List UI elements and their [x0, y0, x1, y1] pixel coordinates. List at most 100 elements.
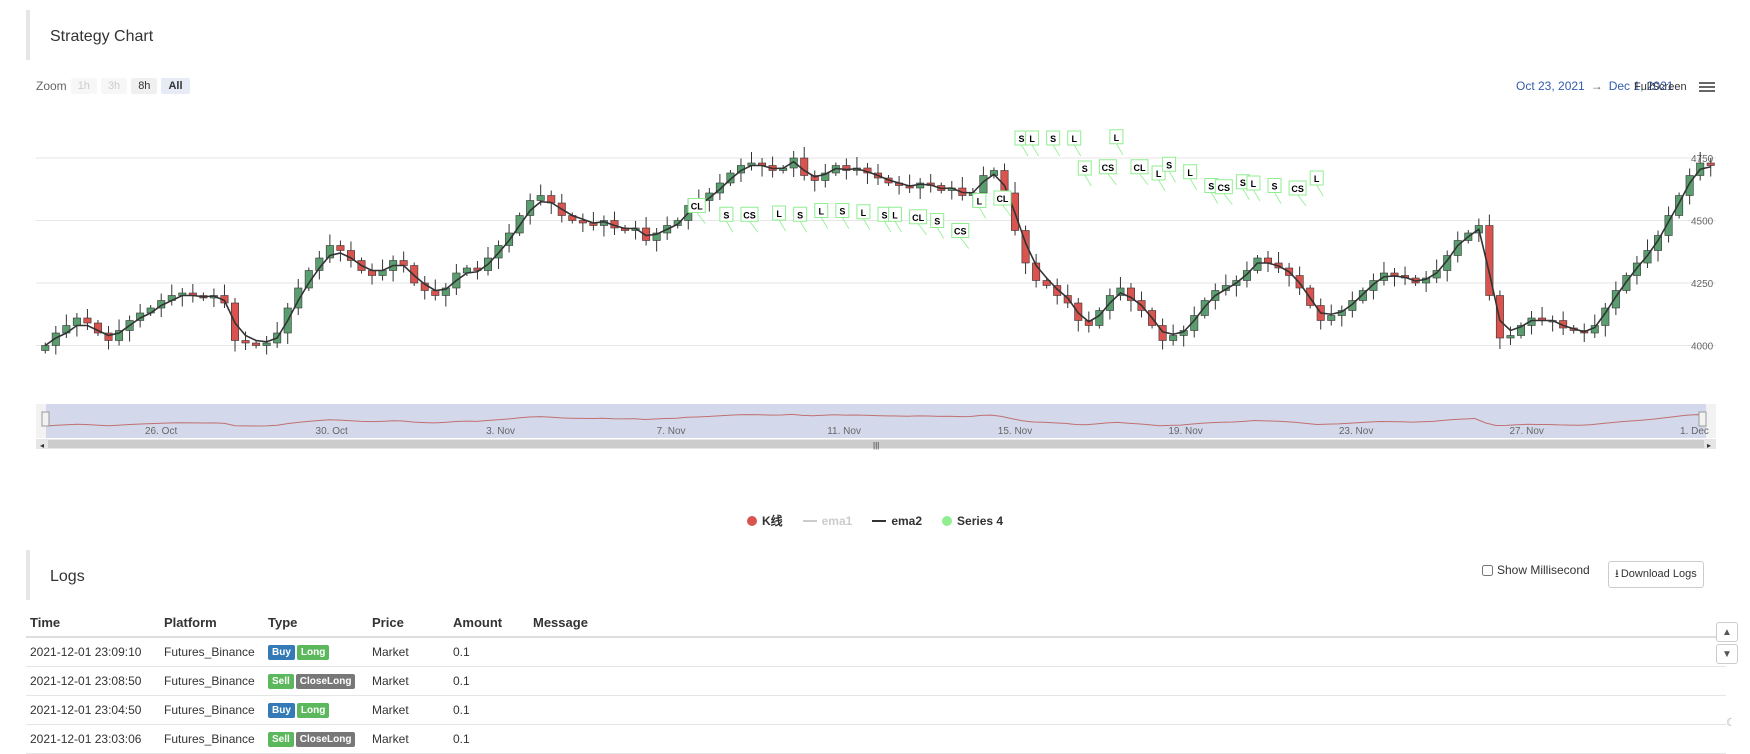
log-type: Buy Long	[264, 695, 368, 725]
legend-line-icon	[802, 519, 817, 522]
log-price: Market	[368, 695, 449, 725]
navigator-tick-label: 7. Nov	[657, 426, 686, 437]
marker-connector	[1107, 173, 1117, 185]
candle-body	[1506, 335, 1515, 339]
trade-marker-label: L	[1156, 169, 1162, 179]
trade-marker-label: L	[977, 197, 983, 207]
legend-dot-icon	[746, 515, 757, 526]
chart-legend: K线 ema1 ema2 Series 4	[0, 512, 1750, 529]
trade-marker-label: L	[1314, 174, 1320, 184]
zoom-3h-button[interactable]: 3h	[100, 78, 128, 94]
log-time: 2021-12-01 23:03:06	[26, 724, 160, 754]
show-millisecond-checkbox[interactable]	[1482, 564, 1493, 576]
marker-connector	[1139, 173, 1149, 185]
trade-marker-label: L	[1251, 179, 1257, 189]
strategy-chart-header: Strategy Chart	[26, 10, 1730, 60]
candle-body	[336, 245, 345, 251]
candle-body	[1327, 315, 1336, 321]
marker-connector	[696, 212, 706, 224]
log-platform: Futures_Binance	[160, 724, 264, 754]
scroll-up-icon[interactable]: ▲	[1716, 622, 1738, 642]
navigator-tick-label: 1. Dec	[1680, 426, 1709, 437]
direction-badge: Long	[296, 645, 330, 660]
range-from[interactable]: Oct 23, 2021	[1516, 79, 1585, 93]
type-badge: Buy	[268, 645, 295, 660]
candle-body	[1706, 162, 1715, 166]
log-message	[529, 724, 1726, 754]
log-amount: 0.1	[449, 724, 529, 754]
marker-connector	[884, 221, 892, 233]
trade-marker-label: S	[1166, 160, 1172, 170]
candle-body	[83, 317, 92, 324]
trade-marker-label: L	[1029, 134, 1035, 144]
log-price: Market	[368, 637, 449, 667]
marker-connector	[959, 237, 970, 249]
zoom-1h-button[interactable]: 1h	[70, 78, 97, 94]
log-platform: Futures_Binance	[160, 695, 264, 725]
log-amount: 0.1	[449, 637, 529, 667]
legend-item-ema1[interactable]: ema1	[802, 512, 852, 529]
scroll-right-icon: ▸	[1707, 441, 1711, 450]
legend-dot-icon	[942, 515, 953, 526]
log-amount: 0.1	[449, 666, 529, 696]
marker-connector	[1002, 204, 1012, 217]
trade-marker-label: L	[1071, 134, 1077, 144]
trade-marker-label: S	[881, 210, 887, 220]
marker-connector	[979, 207, 987, 219]
trade-marker-label: S	[1019, 134, 1025, 144]
table-row: 2021-12-01 23:09:10 Futures_Binance Buy Lon…	[26, 637, 1726, 667]
y-tick-label: 4250	[1691, 279, 1714, 290]
log-price: Market	[368, 666, 449, 696]
trade-marker-label: S	[1272, 182, 1278, 192]
trade-marker-label: S	[1082, 164, 1088, 174]
navigator-tick-label: 3. Nov	[486, 426, 515, 437]
marker-connector	[1021, 144, 1029, 157]
trade-marker-label: CL	[1133, 163, 1145, 173]
trade-marker-label: S	[723, 210, 729, 220]
legend-item-ema2[interactable]: ema2	[872, 512, 922, 529]
legend-item-series4[interactable]: Series 4	[942, 512, 1003, 529]
fullscreen-button[interactable]: FullScreen	[1634, 81, 1687, 93]
marker-connector	[1084, 174, 1092, 187]
zoom-all-button[interactable]: All	[161, 78, 190, 94]
marker-connector	[778, 219, 786, 232]
trade-marker-label: S	[1208, 182, 1214, 192]
log-platform: Futures_Binance	[160, 666, 264, 696]
navigator-mask	[46, 404, 1706, 438]
range-arrow: →	[1590, 79, 1603, 93]
log-time: 2021-12-01 23:09:10	[26, 637, 160, 667]
marker-connector	[1031, 144, 1039, 157]
moon-icon[interactable]: ☾	[1726, 716, 1736, 729]
navigator-tick-label: 26. Oct	[145, 426, 177, 437]
type-badge: Sell	[268, 674, 294, 689]
candle-body	[1169, 335, 1178, 341]
navigator-tick-label: 19. Nov	[1168, 426, 1202, 437]
marker-connector	[894, 221, 902, 233]
y-tick-label: 4500	[1691, 217, 1714, 228]
candle-body	[72, 317, 81, 326]
trade-marker-label: L	[776, 209, 782, 219]
candle-body	[1253, 257, 1262, 271]
table-row: 2021-12-01 23:04:50 Futures_Binance Buy Lon…	[26, 695, 1726, 725]
col-type: Type	[264, 609, 368, 638]
col-time: Time	[26, 609, 160, 638]
table-row: 2021-12-01 23:03:06 Futures_Binance Sell Cl…	[26, 724, 1726, 754]
candle-body	[1495, 295, 1504, 339]
show-millisecond-toggle[interactable]: Show Millisecond	[1482, 563, 1590, 577]
legend-item-kline[interactable]: K线	[746, 512, 783, 529]
marker-connector	[917, 223, 927, 235]
hamburger-menu-icon[interactable]	[1699, 80, 1715, 94]
log-message	[529, 695, 1726, 725]
direction-badge: CloseLong	[295, 732, 356, 747]
type-badge: Sell	[268, 732, 294, 747]
marker-connector	[1052, 144, 1060, 157]
download-logs-button[interactable]: ⭳ Download Logs	[1608, 561, 1704, 588]
zoom-8h-button[interactable]: 8h	[131, 78, 158, 94]
scroll-left-icon: ◂	[40, 441, 44, 450]
marker-connector	[749, 221, 759, 233]
scroll-down-icon[interactable]: ▼	[1716, 644, 1738, 664]
candlestick-chart: 3750400042504500475024. Oct26. Oct28. Oc…	[36, 129, 1716, 450]
navigator-tick-label: 15. Nov	[998, 426, 1032, 437]
trade-marker-label: CL	[996, 194, 1008, 204]
candle-body	[241, 340, 250, 344]
